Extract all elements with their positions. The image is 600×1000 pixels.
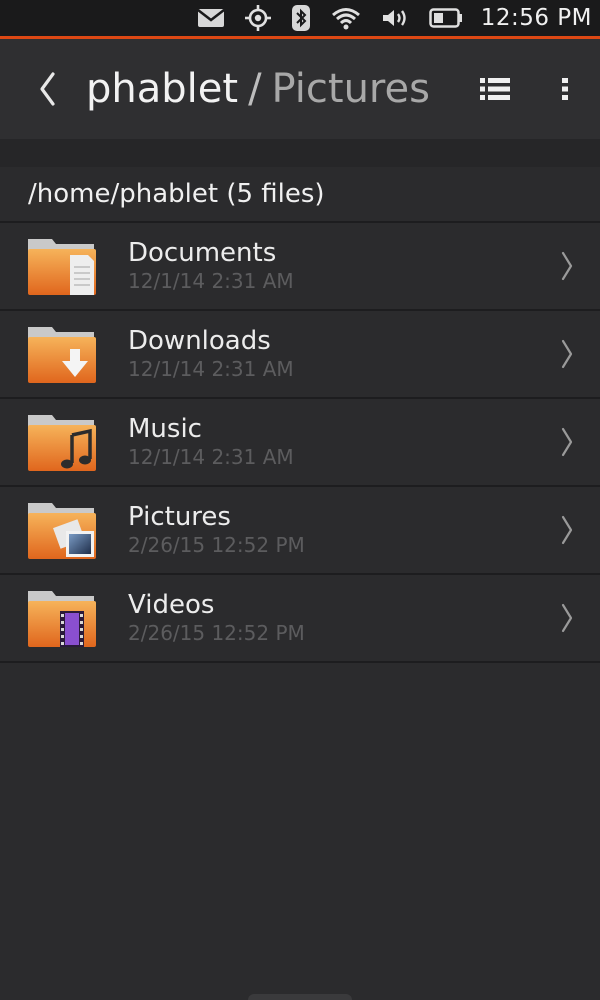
item-date: 12/1/14 2:31 AM	[128, 357, 294, 381]
list-item-music[interactable]: Music 12/1/14 2:31 AM	[0, 399, 600, 487]
breadcrumb-separator: /	[248, 66, 262, 112]
chevron-right-icon	[561, 251, 573, 281]
item-name: Pictures	[128, 502, 231, 532]
battery-icon[interactable]	[428, 8, 463, 28]
breadcrumb-current: Pictures	[271, 66, 430, 112]
videos-folder-icon	[28, 591, 96, 647]
bluetooth-icon[interactable]	[291, 4, 311, 32]
back-button[interactable]	[12, 39, 82, 139]
item-date: 12/1/14 2:31 AM	[128, 445, 294, 469]
wifi-icon[interactable]	[331, 6, 361, 30]
overflow-menu-icon	[562, 78, 568, 100]
mail-icon[interactable]	[196, 8, 225, 28]
header-divider-band	[0, 139, 600, 167]
music-folder-icon	[28, 415, 96, 471]
path-header: /home/phablet (5 files)	[0, 167, 600, 223]
status-bar: 12:56 PM	[0, 0, 600, 36]
chevron-left-icon	[40, 72, 55, 106]
breadcrumb-parent[interactable]: phablet	[86, 66, 238, 112]
item-date: 2/26/15 12:52 PM	[128, 533, 305, 557]
breadcrumb: phablet / Pictures	[86, 66, 430, 112]
item-name: Documents	[128, 238, 277, 268]
item-date: 12/1/14 2:31 AM	[128, 269, 294, 293]
app-header: phablet / Pictures	[0, 39, 600, 139]
list-item-documents[interactable]: Documents 12/1/14 2:31 AM	[0, 223, 600, 311]
list-item-pictures[interactable]: Pictures 2/26/15 12:52 PM	[0, 487, 600, 575]
overflow-menu-button[interactable]	[530, 39, 600, 139]
chevron-right-icon	[561, 427, 573, 457]
downloads-folder-icon	[28, 327, 96, 383]
list-view-icon	[480, 78, 510, 100]
volume-icon[interactable]	[381, 7, 409, 29]
status-time: 12:56 PM	[480, 5, 592, 31]
file-manager-screen: 12:56 PM phablet / Pictures /home/phable…	[0, 0, 600, 1000]
item-date: 2/26/15 12:52 PM	[128, 621, 305, 645]
chevron-right-icon	[561, 339, 573, 369]
item-name: Music	[128, 414, 202, 444]
chevron-right-icon	[561, 515, 573, 545]
file-list: Documents 12/1/14 2:31 AM Downloads 12/1…	[0, 223, 600, 663]
header-actions	[460, 39, 600, 139]
list-item-videos[interactable]: Videos 2/26/15 12:52 PM	[0, 575, 600, 663]
location-icon[interactable]	[244, 5, 271, 31]
documents-folder-icon	[28, 239, 96, 295]
list-item-downloads[interactable]: Downloads 12/1/14 2:31 AM	[0, 311, 600, 399]
bottom-edge-handle[interactable]	[248, 994, 352, 1000]
chevron-right-icon	[561, 603, 573, 633]
pictures-folder-icon	[28, 503, 96, 559]
item-name: Videos	[128, 590, 215, 620]
item-name: Downloads	[128, 326, 271, 356]
view-toggle-button[interactable]	[460, 39, 530, 139]
